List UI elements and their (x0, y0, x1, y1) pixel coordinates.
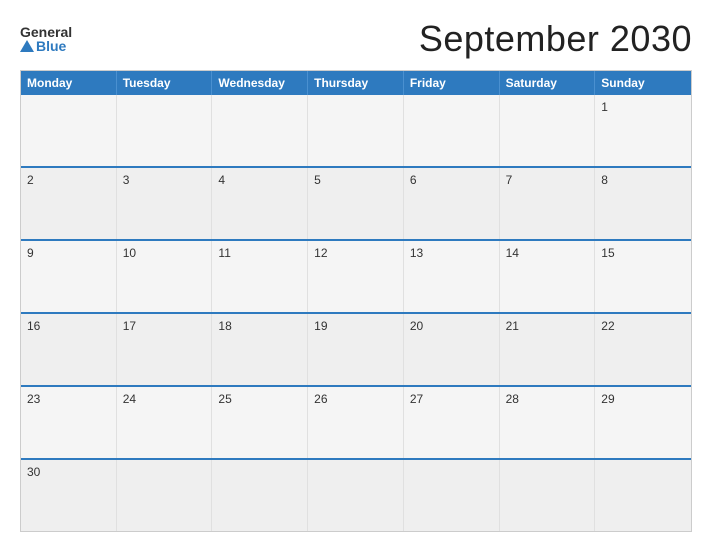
cell-w6-wed (212, 460, 308, 531)
header-friday: Friday (404, 71, 500, 95)
cell-w4-sun: 22 (595, 314, 691, 385)
cell-w3-mon: 9 (21, 241, 117, 312)
cell-w2-fri: 6 (404, 168, 500, 239)
header-wednesday: Wednesday (212, 71, 308, 95)
cell-w5-mon: 23 (21, 387, 117, 458)
header-tuesday: Tuesday (117, 71, 213, 95)
header-saturday: Saturday (500, 71, 596, 95)
header-thursday: Thursday (308, 71, 404, 95)
cell-w1-tue (117, 95, 213, 166)
cell-w6-sun (595, 460, 691, 531)
page-header: General Blue September 2030 (20, 18, 692, 60)
cell-w2-tue: 3 (117, 168, 213, 239)
cell-w4-fri: 20 (404, 314, 500, 385)
cell-w1-sun: 1 (595, 95, 691, 166)
week-row-5: 23 24 25 26 27 28 29 (21, 385, 691, 458)
cell-w1-sat (500, 95, 596, 166)
cell-w1-wed (212, 95, 308, 166)
cell-w3-thu: 12 (308, 241, 404, 312)
cell-w3-tue: 10 (117, 241, 213, 312)
cell-w6-mon: 30 (21, 460, 117, 531)
cell-w6-thu (308, 460, 404, 531)
week-row-4: 16 17 18 19 20 21 22 (21, 312, 691, 385)
cell-w4-sat: 21 (500, 314, 596, 385)
logo-blue-text: Blue (36, 39, 66, 53)
calendar-body: 1 2 3 4 5 6 7 8 9 10 11 12 13 14 15 (21, 95, 691, 531)
cell-w4-tue: 17 (117, 314, 213, 385)
cell-w3-fri: 13 (404, 241, 500, 312)
cell-w6-tue (117, 460, 213, 531)
cell-w3-wed: 11 (212, 241, 308, 312)
calendar-header: Monday Tuesday Wednesday Thursday Friday… (21, 71, 691, 95)
week-row-3: 9 10 11 12 13 14 15 (21, 239, 691, 312)
calendar-page: General Blue September 2030 Monday Tuesd… (0, 0, 712, 550)
logo: General Blue (20, 25, 72, 53)
cell-w6-fri (404, 460, 500, 531)
week-row-2: 2 3 4 5 6 7 8 (21, 166, 691, 239)
logo-triangle-icon (20, 40, 34, 52)
calendar: Monday Tuesday Wednesday Thursday Friday… (20, 70, 692, 532)
cell-w5-wed: 25 (212, 387, 308, 458)
cell-w1-mon (21, 95, 117, 166)
logo-general-text: General (20, 25, 72, 39)
cell-w2-mon: 2 (21, 168, 117, 239)
cell-w5-sat: 28 (500, 387, 596, 458)
cell-w2-thu: 5 (308, 168, 404, 239)
cell-w4-mon: 16 (21, 314, 117, 385)
week-row-1: 1 (21, 95, 691, 166)
cell-w3-sat: 14 (500, 241, 596, 312)
cell-w4-thu: 19 (308, 314, 404, 385)
month-title: September 2030 (419, 18, 692, 60)
cell-w2-sun: 8 (595, 168, 691, 239)
cell-w2-sat: 7 (500, 168, 596, 239)
header-sunday: Sunday (595, 71, 691, 95)
cell-w1-fri (404, 95, 500, 166)
cell-w3-sun: 15 (595, 241, 691, 312)
cell-w5-sun: 29 (595, 387, 691, 458)
cell-w5-fri: 27 (404, 387, 500, 458)
cell-w1-thu (308, 95, 404, 166)
cell-w2-wed: 4 (212, 168, 308, 239)
cell-w5-thu: 26 (308, 387, 404, 458)
week-row-6: 30 (21, 458, 691, 531)
cell-w5-tue: 24 (117, 387, 213, 458)
logo-blue-row: Blue (20, 39, 66, 53)
cell-w6-sat (500, 460, 596, 531)
header-monday: Monday (21, 71, 117, 95)
cell-w4-wed: 18 (212, 314, 308, 385)
